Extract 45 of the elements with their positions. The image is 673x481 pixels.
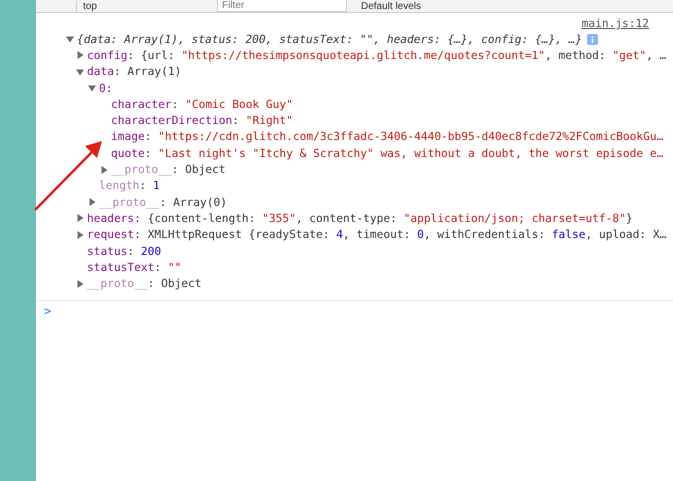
console-prompt: > [44, 304, 52, 318]
source-link[interactable]: main.js:12 [582, 17, 649, 31]
collapsed-triangle-icon[interactable] [76, 230, 84, 239]
property-value: : "https://cdn.glitch.com/3c3ffadc-3406-4440-bb95-d40ec8fcde72%2FComicBookGu… [144, 130, 664, 144]
property-key: headers [87, 212, 134, 225]
property-value: : Object [172, 163, 226, 176]
property-key: quote [111, 146, 145, 160]
property-value: : 1 [139, 179, 160, 192]
collapsed-triangle-icon[interactable] [76, 51, 84, 60]
property-key: request [87, 228, 134, 242]
property-value: : [106, 82, 112, 95]
property-value: : "Comic Book Guy" [172, 98, 293, 111]
levels-dropdown[interactable]: Default levels [361, 1, 422, 12]
property-key: character [111, 98, 172, 111]
property-value: : Array(0) [160, 196, 227, 209]
property-key: __proto__ [99, 196, 160, 209]
property-value: : "Right" [232, 114, 293, 128]
property-value: : XMLHttpRequest {readyState: 4, timeout: 0, withCredentials: false, upload: X… [134, 228, 666, 242]
property-key: statusText [87, 260, 154, 274]
property-key: __proto__ [111, 163, 172, 176]
property-value: : {content-length: "355", content-type: "application/json; charset=utf-8"} [134, 212, 633, 225]
property-key: image [111, 130, 145, 144]
context-select[interactable]: top [76, 1, 203, 12]
property-key: data [87, 65, 114, 78]
object-summary: {data: Array(1), status: 200, statusText: "", headers: {…}, config: {…}, …} [77, 32, 582, 46]
collapsed-triangle-icon[interactable] [88, 198, 96, 206]
property-key: status [87, 244, 128, 258]
property-value: : 200 [127, 244, 162, 258]
property-key: 0 [99, 82, 106, 95]
property-key: length [99, 179, 140, 192]
collapsed-triangle-icon[interactable] [76, 280, 84, 288]
property-value: : "Last night's "Itchy & Scratchy" was, without a doubt, the worst episode e… [144, 146, 664, 160]
expanded-triangle-icon[interactable] [66, 35, 74, 44]
property-value: : Object [148, 277, 202, 290]
expanded-triangle-icon[interactable] [88, 84, 96, 92]
property-value: : Array(1) [114, 65, 182, 78]
filter-field[interactable]: Filter [217, 0, 347, 12]
expanded-triangle-icon[interactable] [76, 68, 84, 76]
property-key: characterDirection [111, 114, 232, 128]
property-value: : "" [154, 260, 182, 274]
property-key: __proto__ [87, 277, 148, 290]
collapsed-triangle-icon[interactable] [76, 214, 84, 222]
property-value: : {url: "https://thesimpsonsquoteapi.glitch.me/quotes?count=1", method: "get", … [127, 48, 666, 62]
collapsed-triangle-icon[interactable] [100, 166, 108, 174]
property-key: config [87, 48, 128, 62]
